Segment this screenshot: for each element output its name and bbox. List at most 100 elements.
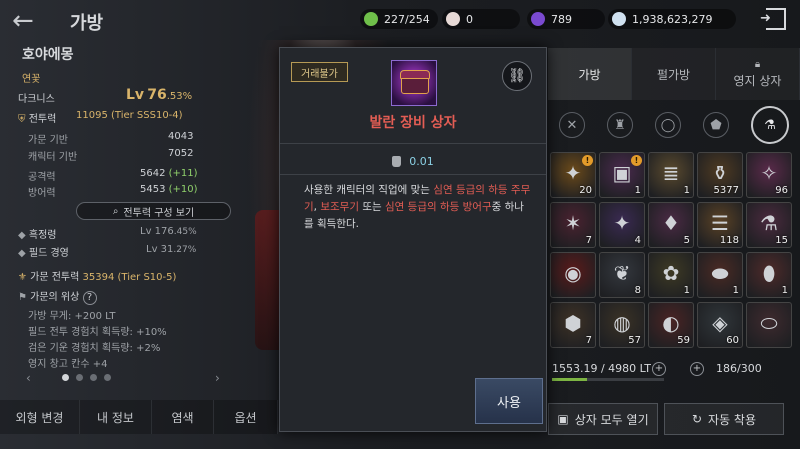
help-icon[interactable]: ? [82, 291, 97, 305]
chevron-right-icon[interactable]: › [215, 371, 220, 385]
field-label: 필드 경영 [28, 248, 69, 259]
armor-icon[interactable]: ♜ [607, 112, 633, 138]
item-detail-popup: 거래불가 ⛓ 발란 장비 상자 0.01 사용한 캐릭터의 직업에 맞는 심연 … [279, 47, 547, 432]
black-spirit-level: Lv 176 [140, 226, 174, 237]
resource-pearl: 0 [442, 9, 520, 29]
tab-my-info[interactable]: 내 정보 [80, 400, 152, 434]
page-dot[interactable] [76, 374, 83, 381]
item-icon: ◈ [712, 311, 728, 335]
inventory-slot[interactable]: ◍ 57 [599, 302, 645, 348]
item-icon: ❦ [613, 261, 631, 285]
prestige-item: 가방 무게: +200 LT [28, 311, 116, 322]
auto-equip-button[interactable]: ↻ 자동 착용 [664, 403, 784, 435]
back-arrow-icon[interactable]: ← [12, 6, 34, 36]
tab-pearl-bag[interactable]: 펄가방 [632, 48, 716, 100]
item-icon: ♦ [662, 211, 680, 235]
field-icon: ◆ [18, 248, 26, 259]
item-icon: ☰ [711, 211, 729, 235]
page-dot[interactable] [90, 374, 97, 381]
defense-bonus: (+10) [168, 184, 198, 195]
item-icon: ✿ [662, 261, 680, 285]
combat-build-label: 전투력 구성 보기 [123, 207, 195, 219]
tab-territory-label: 영지 상자 [733, 74, 782, 88]
link-icon[interactable]: ⛓ [502, 61, 532, 91]
tab-territory-box[interactable]: 🔒︎ 영지 상자 [716, 48, 800, 100]
add-slots-button[interactable]: + [690, 362, 704, 376]
inventory-slot[interactable]: ✶ 7 [550, 202, 596, 248]
attack-bonus: (+11) [168, 168, 198, 179]
inventory-slot[interactable]: ✧ 96 [746, 152, 792, 198]
untradable-badge: 거래불가 [291, 62, 348, 82]
page-dot[interactable] [62, 374, 69, 381]
inventory-slot[interactable]: ◉ [550, 252, 596, 298]
refresh-icon: ↻ [691, 412, 703, 426]
exit-icon[interactable] [760, 8, 786, 30]
prestige-item: 필드 전투 경험치 획득량: +10% [28, 327, 167, 338]
item-icon: ◍ [613, 311, 631, 335]
item-count: 5377 [713, 185, 739, 196]
inventory-slot[interactable]: ≣ 1 [648, 152, 694, 198]
inventory-slot[interactable]: ♦ 5 [648, 202, 694, 248]
accessory-icon[interactable]: ◯ [655, 112, 681, 138]
inventory-slot[interactable]: ✿ 1 [648, 252, 694, 298]
popup-header: 거래불가 ⛓ 발란 장비 상자 [280, 48, 546, 144]
inventory-slot[interactable]: ❦ 8 [599, 252, 645, 298]
item-icon: ⬮ [762, 261, 776, 285]
level-value: 76 [147, 87, 167, 103]
field-level: Lv 31 [146, 244, 174, 255]
alert-icon: ! [582, 155, 593, 166]
defense-value: 5453 [140, 184, 166, 195]
tab-bag[interactable]: 가방 [548, 48, 632, 100]
inventory-slot[interactable]: ⬭ [746, 302, 792, 348]
weapon-icon[interactable]: ✕ [559, 112, 585, 138]
inventory-slot[interactable]: ▣ 1! [599, 152, 645, 198]
family-combat-value: 35394 (Tier S10-5) [82, 272, 177, 283]
item-count: 5 [683, 235, 690, 246]
crystal-icon[interactable]: ⬟ [703, 112, 729, 138]
item-count: 96 [775, 185, 788, 196]
item-count: 4 [634, 235, 641, 246]
family-base-label: 가문 기반 [28, 135, 68, 146]
pearl-value: 0 [466, 12, 473, 26]
family-combat-label: 가문 전투력 [30, 272, 80, 283]
energy-icon [364, 12, 378, 26]
inventory-slot[interactable]: ⚱ 5377 [697, 152, 743, 198]
shield-icon: ⛨ [18, 114, 26, 125]
page-dots [62, 374, 111, 381]
inventory-slot[interactable]: ◈ 60 [697, 302, 743, 348]
chevron-left-icon[interactable]: ‹ [26, 371, 31, 385]
add-weight-button[interactable]: + [652, 362, 666, 376]
black-spirit-pct: .45% [173, 227, 197, 237]
item-weight: 0.01 [280, 149, 546, 175]
family-label: 연꽃 [22, 74, 41, 85]
pearl-icon [446, 12, 460, 26]
tab-appearance[interactable]: 외형 변경 [0, 400, 80, 434]
page-dot[interactable] [104, 374, 111, 381]
crystal-icon [531, 12, 545, 26]
inventory-slot[interactable]: ⬮ 1 [746, 252, 792, 298]
inventory-slot[interactable]: ✦ 4 [599, 202, 645, 248]
item-count: 59 [677, 335, 690, 346]
use-button[interactable]: 사용 [475, 378, 543, 424]
auto-equip-label: 자동 착용 [708, 412, 757, 427]
inventory-slot[interactable]: ⬢ 7 [550, 302, 596, 348]
inventory-slot[interactable]: ⬬ 1 [697, 252, 743, 298]
black-spirit-label: 흑정령 [28, 230, 57, 241]
item-count: 1 [781, 285, 788, 296]
silver-icon [612, 12, 626, 26]
inventory-slot[interactable]: ◐ 59 [648, 302, 694, 348]
tab-options[interactable]: 옵션 [214, 400, 278, 434]
character-class: 다크니스 [18, 94, 55, 105]
item-count: 7 [585, 335, 592, 346]
combat-build-button[interactable]: ⌕ 전투력 구성 보기 [76, 202, 231, 220]
tab-dye[interactable]: 염색 [152, 400, 214, 434]
inventory-slot[interactable]: ✦ 20! [550, 152, 596, 198]
family-base-value: 4043 [168, 131, 194, 142]
open-all-boxes-button[interactable]: ▣ 상자 모두 열기 [548, 403, 658, 435]
inventory-slot[interactable]: ⚗ 15 [746, 202, 792, 248]
potion-icon[interactable]: ⚗ [751, 106, 789, 144]
silver-value: 1,938,623,279 [632, 12, 713, 26]
field-pct: .27% [173, 245, 197, 255]
item-icon: ◐ [662, 311, 680, 335]
inventory-slot[interactable]: ☰ 118 [697, 202, 743, 248]
